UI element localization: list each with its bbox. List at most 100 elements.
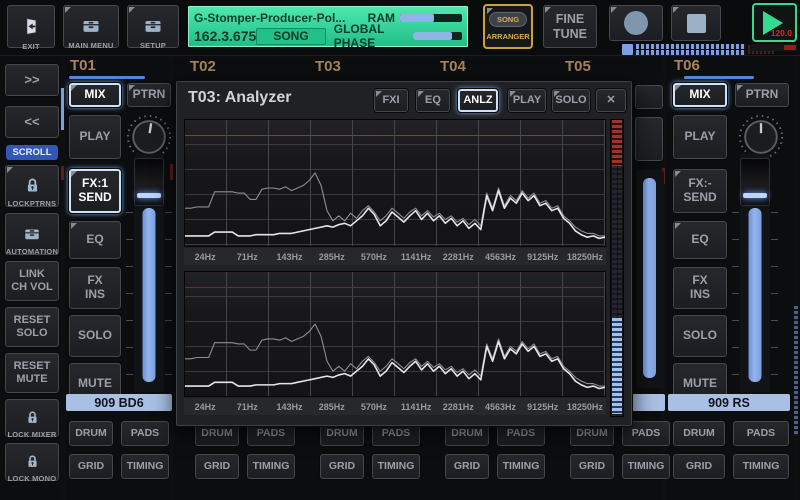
pads-button[interactable]: PADS [120,420,170,447]
ptrn-tab[interactable]: PTRN [734,82,790,108]
scroll-right-button[interactable]: >> [4,63,60,97]
record-button[interactable] [608,4,664,42]
stop-icon [687,14,706,33]
fader-handle[interactable] [134,158,164,206]
sample-name-badge[interactable]: 909 BD6 [66,394,172,411]
volume-fader[interactable] [126,154,172,392]
fx-send-button[interactable]: FX:- SEND [672,168,728,214]
spectrum-panel-top [184,119,606,247]
mix-tab[interactable]: MIX [68,82,122,108]
spectrum-panel-bottom [184,271,606,397]
play-button[interactable]: 120.0 [752,3,797,42]
eq-button[interactable]: EQ [68,220,122,260]
track-column-t01: T01 MIX PTRN PLAY FX:1 SEND EQ FX INS SO… [64,56,174,500]
solo-button[interactable]: SOLO [672,314,728,358]
drawer-icon [79,2,103,40]
button-fragment [634,116,664,162]
fader-level-fill [143,208,156,382]
tempo-value: 120.0 [771,29,792,39]
main-menu-button[interactable]: MAIN MENU [62,4,120,49]
sample-name-badge[interactable]: 909 RS [668,394,790,411]
fader-ticks [165,212,172,386]
fxi-tab[interactable]: FXI [373,88,409,113]
grid-button[interactable]: GRID [672,453,726,480]
song-arranger-toggle[interactable]: SONG ARRANGER [483,4,533,49]
dialog-play-button[interactable]: PLAY [507,88,547,113]
frequency-axis: 24Hz71Hz143Hz285Hz570Hz1141Hz2281Hz4563H… [184,248,606,265]
fine-tune-button[interactable]: FINE TUNE [542,4,598,49]
timing-button[interactable]: TIMING [621,453,671,480]
lock-mono-button[interactable]: LOCK MONO [4,442,60,482]
fx-send-button[interactable]: FX:1 SEND [68,168,122,214]
freq-tick-label: 285Hz [311,252,353,262]
link-ch-vol-button[interactable]: LINK CH VOL [4,260,60,302]
main-menu-label: MAIN MENU [68,42,113,51]
automation-button[interactable]: AUTOMATION [4,212,60,256]
scroll-left-button[interactable]: << [4,105,60,139]
timing-button[interactable]: TIMING [120,453,170,480]
stop-button[interactable] [670,4,722,42]
fx-ins-button[interactable]: FX INS [68,266,122,310]
frequency-axis: 24Hz71Hz143Hz285Hz570Hz1141Hz2281Hz4563H… [184,398,606,415]
freq-tick-label: 570Hz [353,402,395,412]
close-icon[interactable]: ✕ [595,88,627,113]
exit-door-icon [21,1,41,41]
timing-button[interactable]: TIMING [496,453,546,480]
eq-button[interactable]: EQ [672,220,728,260]
timing-button[interactable]: TIMING [732,453,790,480]
grid-button[interactable]: GRID [319,453,365,480]
analyzer-dialog: T03: Analyzer FXI EQ ANLZ PLAY SOLO ✕ 24… [175,80,633,427]
master-level-meter [752,44,797,51]
song-progress-strip [622,44,746,55]
fader-handle[interactable] [740,158,770,206]
scroll-mode-badge: SCROLL [6,145,58,160]
exit-button[interactable]: EXIT [6,4,56,49]
track-play-button[interactable]: PLAY [68,114,122,160]
drum-button[interactable]: DRUM [68,420,114,447]
fader-handle-stripe [743,193,767,198]
reset-solo-button[interactable]: RESET SOLO [4,306,60,348]
fader-handle-stripe [137,193,161,198]
timing-button[interactable]: TIMING [371,453,421,480]
freq-tick-label: 4563Hz [479,252,521,262]
grid-button[interactable]: GRID [68,453,114,480]
drum-button[interactable]: DRUM [672,420,726,447]
lock-mixer-button[interactable]: LOCK MIXER [4,398,60,438]
freq-tick-label: 71Hz [226,402,268,412]
pads-button[interactable]: PADS [732,420,790,447]
fader-ticks [126,212,133,386]
track-play-button[interactable]: PLAY [672,114,728,160]
setup-button[interactable]: SETUP [126,4,180,49]
fx-ins-button[interactable]: FX INS [672,266,728,310]
ram-meter [400,14,462,22]
anlz-tab[interactable]: ANLZ [457,88,499,113]
freq-tick-label: 570Hz [353,252,395,262]
ptrn-tab[interactable]: PTRN [126,82,172,108]
mode-button[interactable]: SONG [256,28,325,45]
fader-ticks [771,212,778,386]
timing-button[interactable]: TIMING [246,453,296,480]
grid-button[interactable]: GRID [444,453,490,480]
grid-button[interactable]: GRID [194,453,240,480]
meter-clip-red [612,120,622,166]
track-column-t06: T06 MIX PTRN PLAY FX:- SEND EQ FX INS SO… [666,56,798,500]
lock-icon [24,163,41,198]
volume-fader[interactable] [732,154,778,392]
dialog-solo-button[interactable]: SOLO [551,88,591,113]
lock-icon [25,440,40,473]
freq-tick-label: 1141Hz [395,402,437,412]
track-title: T06 [674,57,700,74]
grid-button[interactable]: GRID [569,453,615,480]
freq-tick-label: 4563Hz [479,402,521,412]
lock-patterns-button[interactable]: LOCKPTRNS [4,164,60,208]
eq-tab[interactable]: EQ [415,88,451,113]
solo-button[interactable]: SOLO [68,314,122,358]
song-position: 162.3.675 [194,28,256,44]
reset-mute-button[interactable]: RESET MUTE [4,352,60,394]
freq-tick-label: 18250Hz [564,402,606,412]
button-fragment [634,84,664,110]
mix-tab[interactable]: MIX [672,82,728,108]
pattern-progress-bar [684,76,754,79]
freq-tick-label: 9125Hz [522,252,564,262]
freq-tick-label: 1141Hz [395,252,437,262]
